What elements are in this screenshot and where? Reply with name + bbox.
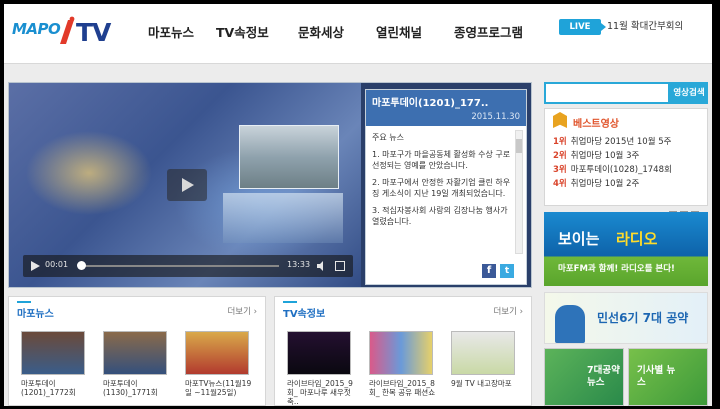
nav-item-culture[interactable]: 문화세상 xyxy=(298,22,344,41)
rank-label: 1위 xyxy=(553,137,567,147)
search-button[interactable]: 영상검색 xyxy=(670,82,708,104)
rank-label: 4위 xyxy=(553,179,567,189)
more-link[interactable]: 더보기 › xyxy=(227,305,257,317)
banner-text: 7대공약 뉴스 xyxy=(587,365,620,388)
logo-i-icon xyxy=(60,16,75,44)
panel-title: TV속정보 xyxy=(283,301,325,320)
tvinfo-caption[interactable]: 9월 TV 내고장마포 xyxy=(451,379,521,388)
episode-info-header: 마포투데이(1201)_177.. 2015.11.30 xyxy=(366,90,526,126)
seek-bar[interactable] xyxy=(81,265,279,267)
facebook-icon[interactable]: f xyxy=(482,264,496,278)
header: MAPO TV 마포뉴스 TV속정보 문화세상 열린채널 종영프로그램 LIVE… xyxy=(4,4,712,64)
best-videos-panel: 베스트영상 1위 취업마당 2015년 10월 5주 2위 취업마당 10월 3주 … xyxy=(544,108,708,206)
article-news-banner[interactable]: 기사별 뉴스 xyxy=(628,348,708,406)
live-program-title: 11월 확대간부회의 xyxy=(607,21,684,32)
tvinfo-caption[interactable]: 라이브타임_2015_9회_ 마포나루 새우젓축.. xyxy=(287,379,357,406)
mapo-tv-logo[interactable]: MAPO TV xyxy=(12,14,112,50)
video-still-building xyxy=(223,193,343,243)
video-still-screen xyxy=(239,125,339,189)
pledge-news-banner[interactable]: 7대공약 뉴스 xyxy=(544,348,624,406)
logo-tv-text: TV xyxy=(76,18,111,47)
current-time: 00:01 xyxy=(45,260,69,269)
pledge-banner[interactable]: 민선6기 7대 공약 xyxy=(544,292,708,344)
summary-scrollbar[interactable] xyxy=(515,130,523,254)
news-thumbnail[interactable] xyxy=(21,331,85,375)
news-caption[interactable]: 마포투데이 (1130)_1771회 xyxy=(103,379,173,397)
person-illustration xyxy=(555,305,585,343)
volume-icon[interactable] xyxy=(317,261,327,271)
nav-item-open-channel[interactable]: 열린채널 xyxy=(376,22,422,41)
tvinfo-caption[interactable]: 라이브타임_2015_8회_ 한복 공유 패션쇼 xyxy=(369,379,439,397)
summary-item: 1. 마포구가 마을공동체 활성화 수상 구로 선정되는 영예를 안았습니다. xyxy=(372,150,511,170)
tvinfo-thumbnail[interactable] xyxy=(369,331,433,375)
news-thumbnail[interactable] xyxy=(185,331,249,375)
nav-item-mapo-news[interactable]: 마포뉴스 xyxy=(148,22,194,41)
nav-item-ended-programs[interactable]: 종영프로그램 xyxy=(454,22,523,41)
summary-item: 3. 적십자봉사회 사랑의 김장나눔 행사가 열렸습니다. xyxy=(372,206,508,226)
page: MAPO TV 마포뉴스 TV속정보 문화세상 열린채널 종영프로그램 LIVE… xyxy=(4,4,712,406)
news-caption[interactable]: 마포투데이 (1201)_1772회 xyxy=(21,379,91,397)
summary-heading: 주요 뉴스 xyxy=(372,133,404,142)
scrollbar-thumb[interactable] xyxy=(516,139,522,153)
video-player-section: 00:01 13:33 마포투데이(1201)_177.. 2015.11.30… xyxy=(8,82,532,288)
play-icon[interactable] xyxy=(31,261,40,271)
episode-title: 마포투데이(1201)_177.. xyxy=(372,98,489,109)
best-list-item[interactable]: 2위 취업마당 10월 3주 xyxy=(553,149,703,163)
best-list-item[interactable]: 1위 취업마당 2015년 10월 5주 xyxy=(553,135,703,149)
tvinfo-thumbnail[interactable] xyxy=(451,331,515,375)
best-videos-title: 베스트영상 xyxy=(573,119,619,130)
tvinfo-thumbnail[interactable] xyxy=(287,331,351,375)
live-badge: LIVE OFF xyxy=(559,19,606,48)
banner-text: 라디오 xyxy=(616,230,658,248)
video-search: 영상검색 xyxy=(544,82,708,104)
episode-date: 2015.11.30 xyxy=(471,112,520,122)
visible-radio-banner[interactable]: 보이는 라디오 마포FM과 함께! 라디오를 본다! xyxy=(544,212,708,286)
search-input[interactable] xyxy=(544,82,670,104)
duration: 13:33 xyxy=(287,260,311,269)
news-caption[interactable]: 마포TV뉴스(11월19일 ~11월25일) xyxy=(185,379,255,397)
logo-mapo-text: MAPO xyxy=(12,20,61,38)
summary-item: 2. 마포구에서 안정한 자활기업 클린 하우징 게소식이 지난 19일 개최되… xyxy=(372,178,511,198)
twitter-icon[interactable]: t xyxy=(500,264,514,278)
live-status[interactable]: LIVE OFF 11월 확대간부회의 xyxy=(559,19,709,48)
banner-text: 보이는 xyxy=(558,230,600,248)
news-category-banners: 7대공약 뉴스 기사별 뉴스 xyxy=(544,348,708,406)
banner-text: 민선6기 7대 공약 xyxy=(597,311,689,325)
episode-summary: 주요 뉴스 1. 마포구가 마을공동체 활성화 수상 구로 선정되는 영예를 안… xyxy=(372,132,512,254)
fullscreen-icon[interactable] xyxy=(335,261,345,271)
rank-label: 3위 xyxy=(553,165,567,175)
more-link[interactable]: 더보기 › xyxy=(493,305,523,317)
player-controls: 00:01 13:33 xyxy=(23,255,353,277)
best-list-item[interactable]: 4위 취업마당 10월 2주 xyxy=(553,177,703,191)
best-videos-list: 1위 취업마당 2015년 10월 5주 2위 취업마당 10월 3주 3위 마포투데… xyxy=(553,135,703,191)
best-item-title: 취업마당 10월 2주 xyxy=(570,179,640,189)
tv-info-panel: TV속정보 더보기 › 라이브타임_2015_9회_ 마포나루 새우젓축.. 라… xyxy=(274,296,532,406)
big-play-icon[interactable] xyxy=(167,169,207,201)
best-item-title: 마포투데이(1028)_1748회 xyxy=(570,165,672,175)
best-item-title: 취업마당 10월 3주 xyxy=(570,151,640,161)
mapo-news-panel: 마포뉴스 더보기 › 마포투데이 (1201)_1772회 마포투데이 (113… xyxy=(8,296,266,406)
banner-text: 기사별 뉴스 xyxy=(637,365,676,388)
best-item-title: 취업마당 2015년 10월 5주 xyxy=(570,137,672,147)
seek-handle[interactable] xyxy=(77,261,86,270)
nav-item-tv-info[interactable]: TV속정보 xyxy=(216,22,269,41)
best-list-item[interactable]: 3위 마포투데이(1028)_1748회 xyxy=(553,163,703,177)
banner-pager xyxy=(666,204,706,219)
episode-info-panel: 마포투데이(1201)_177.. 2015.11.30 주요 뉴스 1. 마포… xyxy=(365,89,527,285)
best-ribbon-icon xyxy=(553,112,567,128)
banner-subtext: 마포FM과 함께! 라디오를 본다! xyxy=(558,264,675,274)
rank-label: 2위 xyxy=(553,151,567,161)
panel-title: 마포뉴스 xyxy=(17,301,54,320)
video-frame[interactable]: 00:01 13:33 xyxy=(9,83,361,287)
news-thumbnail[interactable] xyxy=(103,331,167,375)
